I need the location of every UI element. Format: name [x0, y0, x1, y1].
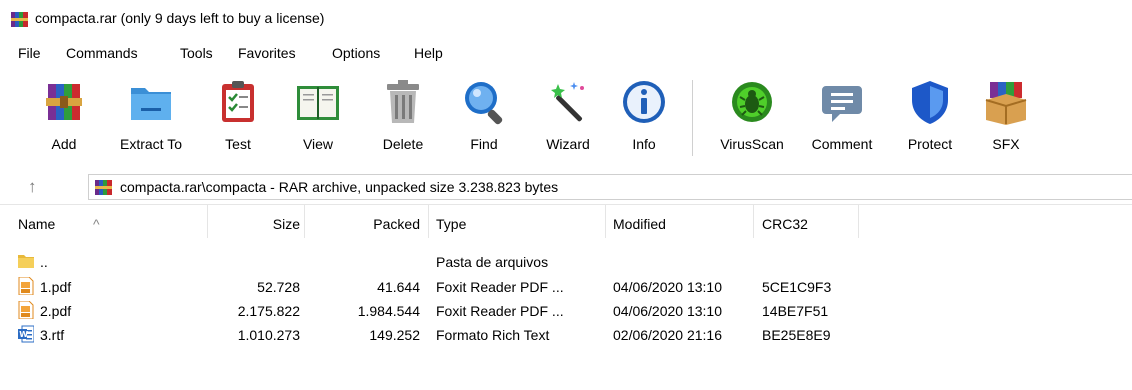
- virus-scan-icon: [732, 82, 772, 122]
- file-packed: 1.984.544: [357, 303, 420, 319]
- sort-ascending-icon: ^: [93, 216, 100, 232]
- extract-folder-icon: [131, 88, 171, 120]
- file-crc32: 5CE1C9F3: [762, 279, 832, 295]
- virusscan-label: VirusScan: [720, 136, 784, 152]
- file-name: 2.pdf: [40, 303, 72, 319]
- comment-bubble-icon: [822, 86, 862, 122]
- view-label: View: [302, 136, 334, 152]
- extract-to-button[interactable]: Extract To: [106, 72, 196, 162]
- header-packed[interactable]: Packed: [373, 216, 420, 232]
- folder-icon: [18, 255, 34, 268]
- svg-text:W: W: [19, 330, 28, 339]
- pdf-file-icon: [18, 301, 34, 319]
- test-label: Test: [225, 136, 251, 152]
- menu-tools[interactable]: Tools: [180, 45, 213, 61]
- rar-archive-icon: [95, 180, 112, 195]
- shield-icon: [912, 81, 948, 124]
- test-button[interactable]: Test: [210, 72, 266, 162]
- file-size: 2.175.822: [237, 303, 300, 319]
- sfx-button[interactable]: SFX: [978, 72, 1034, 162]
- window-title: compacta.rar (only 9 days left to buy a …: [35, 10, 325, 26]
- file-type: Formato Rich Text: [436, 327, 550, 343]
- delete-button[interactable]: Delete: [372, 72, 434, 162]
- header-name[interactable]: Name: [18, 216, 55, 232]
- file-name: 1.pdf: [40, 279, 72, 295]
- menu-commands[interactable]: Commands: [66, 45, 138, 61]
- find-button[interactable]: Find: [456, 72, 512, 162]
- file-list: ^ Name Size Packed Type Modified CRC32 .…: [0, 204, 1132, 390]
- header-type[interactable]: Type: [436, 216, 466, 232]
- column-divider[interactable]: [428, 205, 429, 238]
- magnifier-icon: [465, 82, 503, 125]
- view-button[interactable]: View: [290, 72, 346, 162]
- file-crc32: 14BE7F51: [762, 303, 829, 319]
- add-label: Add: [51, 136, 77, 152]
- file-row[interactable]: 2.pdf 2.175.822 1.984.544 Foxit Reader P…: [0, 300, 1132, 322]
- header-modified[interactable]: Modified: [613, 216, 666, 232]
- protect-label: Protect: [907, 136, 953, 152]
- menu-favorites[interactable]: Favorites: [238, 45, 296, 61]
- file-modified: 04/06/2020 13:10: [613, 279, 722, 295]
- toolbar: Add Extract To Test View Delete Find Wiz…: [0, 68, 1132, 169]
- address-bar: ↑ compacta.rar\compacta - RAR archive, u…: [0, 172, 1132, 202]
- address-path: compacta.rar\compacta - RAR archive, unp…: [120, 179, 559, 195]
- add-button[interactable]: Add: [34, 72, 94, 162]
- word-file-icon: W: [18, 325, 34, 343]
- info-icon: [623, 81, 665, 123]
- test-clipboard-icon: [222, 81, 254, 122]
- file-row[interactable]: W 3.rtf 1.010.273 149.252 Formato Rich T…: [0, 324, 1132, 346]
- column-divider[interactable]: [304, 205, 305, 238]
- header-size[interactable]: Size: [273, 216, 300, 232]
- delete-label: Delete: [382, 136, 424, 152]
- sfx-box-icon: [985, 82, 1027, 125]
- file-name: 3.rtf: [40, 327, 65, 343]
- toolbar-separator: [692, 80, 693, 156]
- file-type: Foxit Reader PDF ...: [436, 303, 564, 319]
- file-size: 52.728: [257, 279, 300, 295]
- column-divider[interactable]: [605, 205, 606, 238]
- menu-bar: File Commands Tools Favorites Options He…: [0, 40, 1132, 66]
- wizard-label: Wizard: [546, 136, 590, 152]
- column-header: ^ Name Size Packed Type Modified CRC32: [0, 205, 1132, 238]
- file-type: Foxit Reader PDF ...: [436, 279, 564, 295]
- virusscan-button[interactable]: VirusScan: [704, 72, 800, 162]
- file-crc32: BE25E8E9: [762, 327, 831, 343]
- file-name: ..: [40, 254, 48, 270]
- add-archive-icon: [46, 84, 82, 120]
- address-field[interactable]: compacta.rar\compacta - RAR archive, unp…: [88, 174, 1132, 200]
- title-bar: compacta.rar (only 9 days left to buy a …: [0, 0, 1132, 38]
- info-label: Info: [632, 136, 656, 152]
- comment-label: Comment: [811, 136, 873, 152]
- column-divider[interactable]: [753, 205, 754, 238]
- header-crc32[interactable]: CRC32: [762, 216, 808, 232]
- file-row-parent[interactable]: .. Pasta de arquivos: [0, 251, 1132, 273]
- file-modified: 02/06/2020 21:16: [613, 327, 722, 343]
- menu-options[interactable]: Options: [332, 45, 380, 61]
- pdf-file-icon: [18, 277, 34, 295]
- file-packed: 149.252: [369, 327, 420, 343]
- up-arrow-icon[interactable]: ↑: [28, 178, 44, 196]
- magic-wand-icon: [551, 82, 584, 122]
- file-size: 1.010.273: [237, 327, 300, 343]
- sfx-label: SFX: [992, 136, 1020, 152]
- find-label: Find: [470, 136, 498, 152]
- column-divider[interactable]: [207, 205, 208, 238]
- comment-button[interactable]: Comment: [800, 72, 884, 162]
- winrar-app-icon: [11, 12, 28, 27]
- menu-file[interactable]: File: [18, 45, 41, 61]
- file-row[interactable]: 1.pdf 52.728 41.644 Foxit Reader PDF ...…: [0, 276, 1132, 298]
- extract-to-label: Extract To: [120, 136, 182, 152]
- wizard-button[interactable]: Wizard: [532, 72, 604, 162]
- view-book-icon: [297, 86, 339, 120]
- column-divider[interactable]: [858, 205, 859, 238]
- info-button[interactable]: Info: [616, 72, 672, 162]
- file-modified: 04/06/2020 13:10: [613, 303, 722, 319]
- menu-help[interactable]: Help: [414, 45, 443, 61]
- file-type: Pasta de arquivos: [436, 254, 549, 270]
- file-packed: 41.644: [377, 279, 420, 295]
- protect-button[interactable]: Protect: [898, 72, 962, 162]
- trash-can-icon: [387, 80, 419, 123]
